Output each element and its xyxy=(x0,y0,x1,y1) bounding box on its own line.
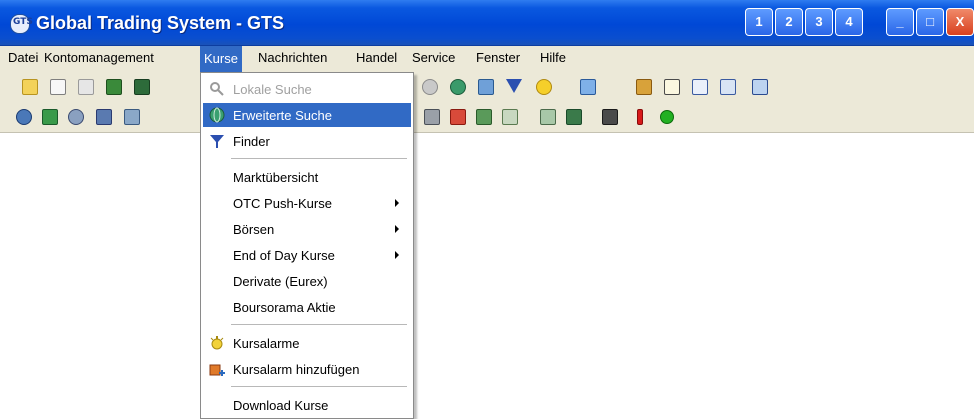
info-icon[interactable] xyxy=(637,109,643,125)
menu-item-boersen[interactable]: Börsen xyxy=(203,217,411,241)
group-icon[interactable] xyxy=(566,109,582,125)
menu-item-otc-push-kurse[interactable]: OTC Push-Kurse xyxy=(203,191,411,215)
menu-hilfe[interactable]: Hilfe xyxy=(540,50,566,65)
menu-kurse[interactable]: Kurse xyxy=(200,46,242,72)
search-icon[interactable] xyxy=(422,79,438,95)
status-green-icon[interactable] xyxy=(660,110,674,124)
menu-separator xyxy=(231,386,407,387)
otc-icon[interactable] xyxy=(96,109,112,125)
submenu-arrow-icon xyxy=(395,199,399,207)
menu-item-kursalarme[interactable]: Kursalarme xyxy=(203,331,411,355)
news-icon[interactable] xyxy=(424,109,440,125)
export-icon[interactable] xyxy=(720,79,736,95)
user-icon[interactable] xyxy=(124,109,140,125)
new-document-icon[interactable] xyxy=(22,79,38,95)
window-stack-icon[interactable] xyxy=(752,79,768,95)
globe-search-icon xyxy=(209,107,225,123)
magnifier-icon xyxy=(209,81,225,97)
menu-handel[interactable]: Handel xyxy=(356,50,397,65)
tool-icon[interactable] xyxy=(602,109,618,125)
menu-item-lokale-suche[interactable]: Lokale Suche xyxy=(203,77,411,101)
menu-item-erweiterte-suche[interactable]: Erweiterte Suche xyxy=(203,103,411,127)
menu-item-kursalarm-hinzufuegen[interactable]: Kursalarm hinzufügen xyxy=(203,357,411,381)
menu-service[interactable]: Service xyxy=(412,50,455,65)
menu-separator xyxy=(231,324,407,325)
menu-bar: Datei Kontomanagement Kurse Nachrichten … xyxy=(0,46,974,72)
list-icon[interactable] xyxy=(502,109,518,125)
star-icon[interactable] xyxy=(536,79,552,95)
maximize-button[interactable]: □ xyxy=(916,8,944,36)
people-icon[interactable] xyxy=(42,109,58,125)
close-button[interactable]: X xyxy=(946,8,974,36)
toolbar-1 xyxy=(0,72,974,102)
window-3-button[interactable]: 3 xyxy=(805,8,833,36)
funnel-icon xyxy=(209,133,225,149)
document-icon[interactable] xyxy=(692,79,708,95)
screen-icon[interactable] xyxy=(134,79,150,95)
menu-item-marktuebersicht[interactable]: Marktübersicht xyxy=(203,165,411,189)
window-icon[interactable] xyxy=(580,79,596,95)
page-icon[interactable] xyxy=(78,79,94,95)
person-icon[interactable] xyxy=(540,109,556,125)
window-title: Global Trading System - GTS xyxy=(36,13,285,33)
alarm-icon xyxy=(209,335,225,351)
menu-fenster[interactable]: Fenster xyxy=(476,50,520,65)
menu-item-finder[interactable]: Finder xyxy=(203,129,411,153)
menu-separator xyxy=(231,158,407,159)
menu-datei[interactable]: Datei xyxy=(8,50,38,65)
menu-item-boursorama-aktie[interactable]: Boursorama Aktie xyxy=(203,295,411,319)
toolbar-2 xyxy=(0,102,974,133)
title-bar: GTS Global Trading System - GTS 1 2 3 4 … xyxy=(0,0,974,46)
chart-icon[interactable] xyxy=(478,79,494,95)
submenu-arrow-icon xyxy=(395,251,399,259)
network-icon[interactable] xyxy=(68,109,84,125)
minimize-button[interactable]: _ xyxy=(886,8,914,36)
menu-kontomanagement[interactable]: Kontomanagement xyxy=(44,50,154,65)
market-icon[interactable] xyxy=(476,109,492,125)
filter-icon[interactable] xyxy=(506,79,522,93)
open-document-icon[interactable] xyxy=(50,79,66,95)
window-2-button[interactable]: 2 xyxy=(775,8,803,36)
table-icon[interactable] xyxy=(664,79,680,95)
submenu-arrow-icon xyxy=(395,225,399,233)
app-icon: GTS xyxy=(10,14,33,34)
image-icon[interactable] xyxy=(106,79,122,95)
database-icon[interactable] xyxy=(16,109,32,125)
add-alarm-icon xyxy=(209,361,225,377)
sd-icon[interactable] xyxy=(450,109,466,125)
window-4-button[interactable]: 4 xyxy=(835,8,863,36)
menu-item-end-of-day-kurse[interactable]: End of Day Kurse xyxy=(203,243,411,267)
menu-nachrichten[interactable]: Nachrichten xyxy=(258,50,327,65)
menu-item-download-kurse[interactable]: Download Kurse xyxy=(203,393,411,417)
kurse-dropdown-menu: Lokale Suche Erweiterte Suche Finder Mar… xyxy=(200,72,414,419)
window-1-button[interactable]: 1 xyxy=(745,8,773,36)
globe-icon[interactable] xyxy=(450,79,466,95)
menu-item-derivate-eurex[interactable]: Derivate (Eurex) xyxy=(203,269,411,293)
bar-chart-icon[interactable] xyxy=(636,79,652,95)
